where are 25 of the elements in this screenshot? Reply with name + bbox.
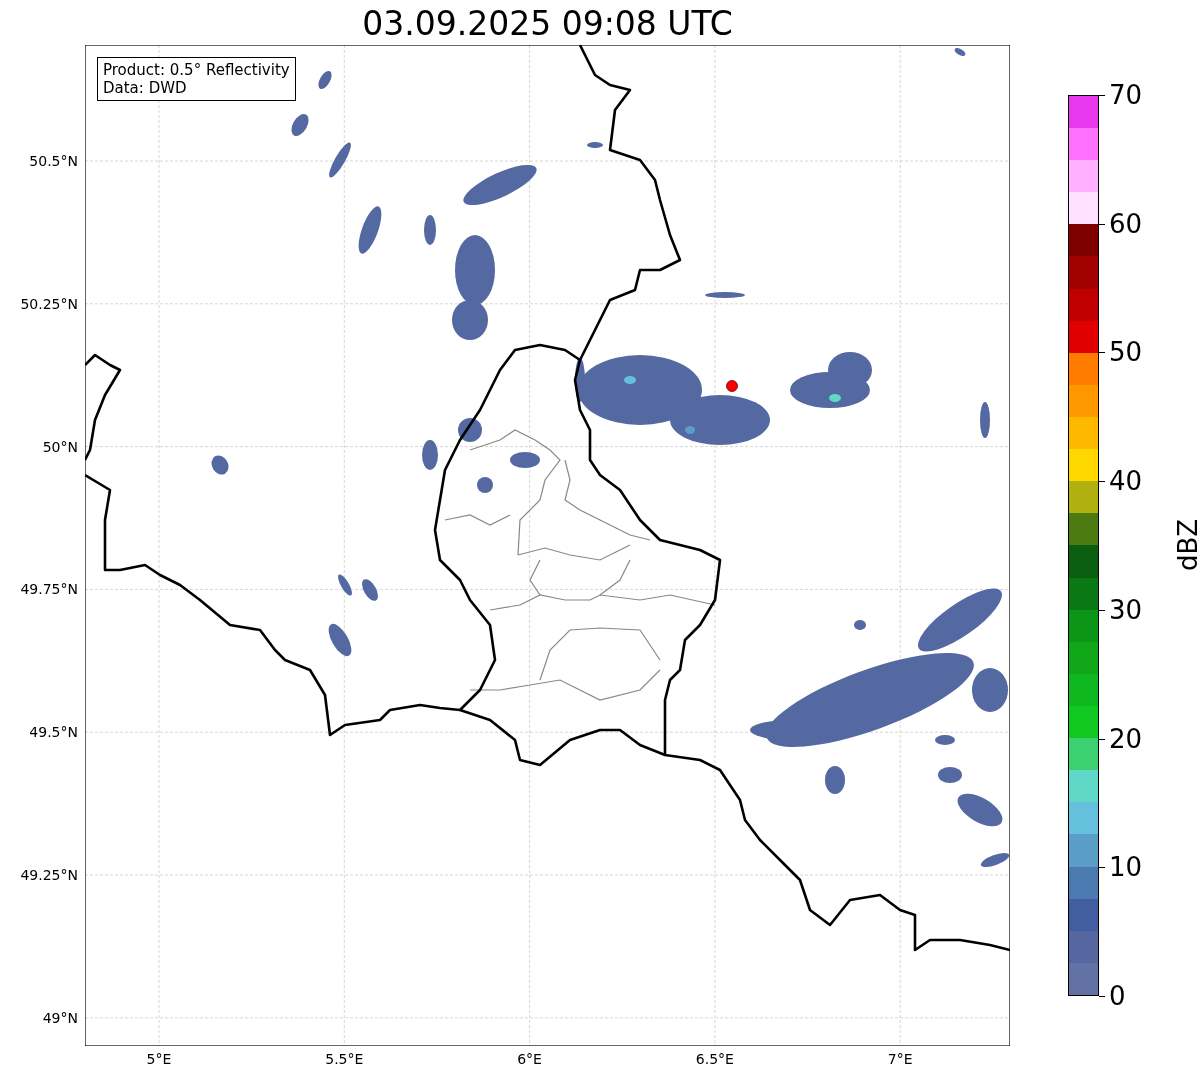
info-text: Data: DWD (103, 79, 188, 97)
colorbar-tick-label: 20 (1109, 723, 1143, 754)
colorbar-tick-label: 40 (1109, 466, 1143, 497)
colorbar-tick-label: 0 (1109, 981, 1126, 1011)
colorbar-tick-label: 60 (1109, 208, 1143, 239)
latitude-label: 49.5°N (29, 724, 78, 741)
longitude-label: 6°E (517, 1051, 542, 1067)
latitude-label: 49.25°N (20, 867, 78, 883)
colorbar-tick-label: 10 (1109, 852, 1143, 883)
chart-title: 03.09.2025 09:08 UTC (361, 4, 734, 44)
latitude-label: 50.5°N (29, 153, 78, 169)
latitude-label: 49°N (42, 1009, 78, 1026)
longitude-label: 7°E (887, 1051, 913, 1067)
longitude-label: 5°E (146, 1051, 172, 1067)
latitude-label: 50°N (42, 438, 78, 455)
colorbar-label: dBZ (1173, 518, 1202, 572)
latitude-label: 50.25°N (20, 295, 78, 312)
colorbar-tick-label: 70 (1109, 80, 1143, 110)
longitude-label: 5.5°E (325, 1051, 364, 1067)
longitude-label: 6.5°E (695, 1051, 734, 1067)
info-text: Product: 0.5° Reflectivity (103, 61, 290, 79)
colorbar-tick-label: 50 (1109, 337, 1143, 368)
colorbar-tick-label: 30 (1109, 594, 1143, 625)
radar-site-marker (726, 380, 738, 392)
latitude-label: 49.75°N (20, 581, 78, 598)
